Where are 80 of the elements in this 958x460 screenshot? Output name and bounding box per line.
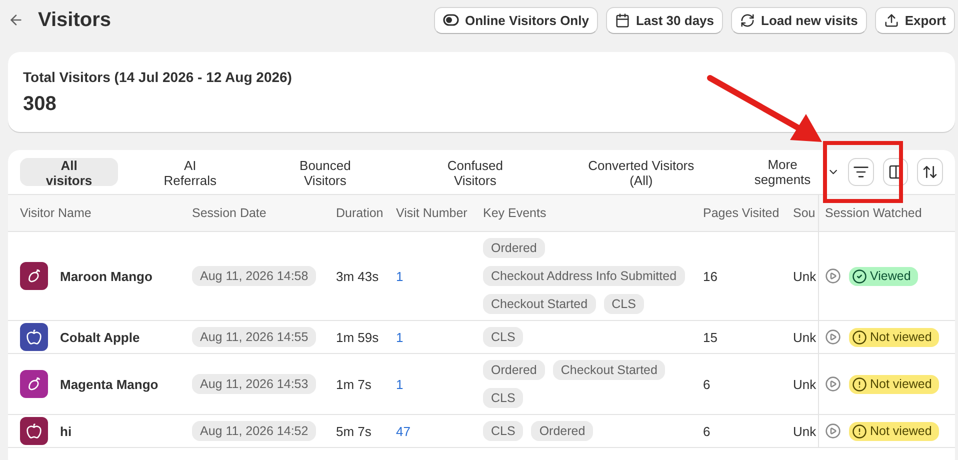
pages-cell-text: 6 [703,422,712,440]
sort-button[interactable] [917,158,943,186]
visit-number-link[interactable]: 1 [396,330,404,344]
watched-status: Not viewed [849,374,939,394]
header-button[interactable]: Online Visitors Only [434,6,598,34]
source-cell-text: Unk [793,268,818,286]
pages-cell-text: 15 [703,328,718,346]
page-title: Visitors [38,8,112,32]
event-tag: Checkout Address Info Submitted [483,266,685,286]
event-tag: Ordered [483,238,545,258]
pages-cell-text: 6 [703,376,712,394]
segment-tab[interactable]: AI Referrals [140,158,240,186]
visit-number-link[interactable]: 1 [396,268,404,284]
visit-number-link[interactable]: 47 [396,424,410,438]
watched-status: Not viewed [849,422,939,440]
header-button[interactable]: Export [874,6,955,34]
more-segments-button[interactable]: More segments [742,157,840,187]
column-header: Pages Visited [703,205,780,222]
source-cell-text: Unk [793,376,818,394]
event-tag: CLS [604,294,644,314]
visitor-name: Magenta Mango [60,376,158,392]
check-icon [852,268,867,284]
alert-icon [852,330,867,344]
duration-cell-text: 3m 43s [336,268,380,286]
mango-icon [26,268,42,284]
visitor-name: Maroon Mango [60,268,152,284]
upload-icon [884,12,899,28]
play-icon[interactable] [825,423,841,439]
event-tag: Ordered [531,421,594,441]
pages-cell-text: 16 [703,268,718,286]
duration-cell-text: 1m 59s [336,328,380,346]
column-header: Session Date [192,205,268,222]
source-cell-text: Unk [793,422,818,440]
watched-status: Viewed [849,266,918,286]
play-icon[interactable] [825,329,841,345]
column-header: Duration [336,205,384,222]
column-header: Visit Number [396,205,468,222]
segment-tab[interactable]: Confused Visitors [410,158,540,186]
alert-icon [852,424,867,438]
refresh-icon [740,12,756,28]
duration-cell-text: 1m 7s [336,376,372,394]
mango-icon [26,376,42,392]
play-icon[interactable] [825,268,841,284]
filter-button[interactable] [848,158,874,186]
filter-icon [853,164,870,180]
session-date: Aug 11, 2026 14:52 [192,421,316,441]
sort-icon [922,164,938,180]
segment-tab[interactable]: All visitors [20,158,118,186]
toggle-icon [442,14,459,26]
event-tag: Checkout Started [552,360,666,380]
summary-value: 308 [23,93,58,116]
duration-cell-text: 5m 7s [336,422,372,440]
watched-status: Not viewed [849,328,939,346]
session-date: Aug 11, 2026 14:58 [192,266,316,286]
header-button[interactable]: Last 30 days [606,6,724,34]
session-date: Aug 11, 2026 14:53 [192,374,316,394]
column-header: Key Events [483,205,548,222]
calendar-icon [614,12,630,28]
segment-tab[interactable]: Bounced Visitors [262,158,388,186]
apple-icon [26,329,42,345]
session-date: Aug 11, 2026 14:55 [192,327,316,347]
event-tag: CLS [483,388,524,408]
visitor-name: Cobalt Apple [60,330,140,344]
summary-label: Total Visitors (14 Jul 2026 - 12 Aug 2026) [23,69,293,85]
apple-icon [26,423,42,439]
segment-tab[interactable]: Converted Visitors (All) [562,158,720,186]
event-tag: Ordered [483,360,545,380]
column-header: Sou [793,205,816,222]
event-tag: Checkout Started [483,294,596,314]
visit-number-link[interactable]: 1 [396,376,404,392]
back-icon[interactable] [8,12,24,28]
source-cell-text: Unk [793,328,818,346]
event-tag: CLS [483,421,524,441]
alert-icon [852,376,867,392]
play-icon[interactable] [825,376,841,392]
visitor-name: hi [60,424,72,438]
event-tag: CLS [483,327,524,347]
column-header: Session Watched [818,195,955,231]
header-button[interactable]: Load new visits [731,6,867,34]
column-header: Visitor Name [20,205,92,222]
